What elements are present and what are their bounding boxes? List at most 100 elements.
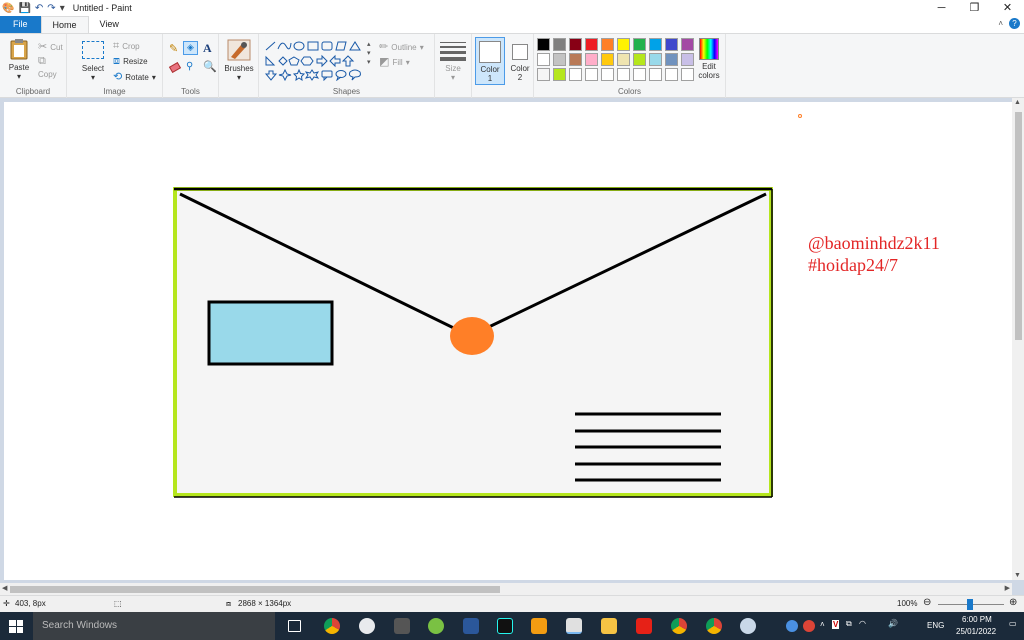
color-picker-icon[interactable]: ⚲ [186,61,193,72]
unikey-icon[interactable]: V [832,620,840,629]
chrome-icon[interactable] [324,618,340,634]
color-swatch[interactable] [665,68,678,81]
color-swatch[interactable] [633,68,646,81]
tab-home[interactable]: Home [40,16,89,33]
color-swatch[interactable] [681,68,694,81]
collapse-ribbon-icon[interactable]: ˄ [998,19,1003,28]
pencil-icon[interactable]: ✎ [169,42,178,55]
color-swatch[interactable] [617,68,630,81]
horizontal-scrollbar[interactable]: ◀ ▶ [0,583,1012,595]
color-swatch[interactable] [601,53,614,66]
color-swatch[interactable] [665,38,678,51]
shapes-gallery-scroll[interactable]: ▴ ▾ ▾ [367,40,371,67]
color-swatch[interactable] [633,38,646,51]
customize-toolbar-icon[interactable]: ▾ [60,3,65,14]
tiktok-icon[interactable] [497,618,513,634]
shapes-gallery[interactable] [264,39,370,81]
size-button[interactable]: Size ▾ [440,40,466,82]
undo-icon[interactable]: ↶ [35,3,43,14]
youtube-icon[interactable] [636,618,652,634]
taskbar-search[interactable]: Search Windows [33,612,275,640]
color-swatch[interactable] [585,68,598,81]
brushes-button[interactable]: Brushes ▾ [223,39,255,82]
color-swatch[interactable] [601,68,614,81]
color-swatch[interactable] [665,53,678,66]
language-indicator[interactable]: ENG [927,621,944,630]
zoom-slider[interactable] [938,599,1004,610]
vertical-scroll-thumb[interactable] [1015,112,1022,340]
rotate-button[interactable]: ⟲ Rotate ▾ [113,70,156,83]
zoom-out-icon[interactable]: ⊖ [923,597,931,608]
windows-start-icon[interactable] [9,620,23,633]
color-swatch[interactable] [601,38,614,51]
crop-button[interactable]: ⌗ Crop [113,40,140,53]
zoom-slider-thumb[interactable] [967,599,973,610]
scroll-right-icon[interactable]: ▶ [1005,584,1010,592]
magnifier-icon[interactable]: 🔍 [203,60,217,73]
scroll-up-icon[interactable]: ▲ [1014,99,1021,106]
maximize-button[interactable]: ❐ [958,0,991,16]
color-swatch[interactable] [681,38,694,51]
tray-chrome-icon[interactable] [803,620,815,632]
wifi-icon[interactable]: ◠ [859,619,866,628]
app-orange-icon[interactable] [531,618,547,634]
clock-time[interactable]: 6:00 PM [962,615,992,624]
paint-taskbar-icon[interactable] [566,618,582,634]
color-swatch[interactable] [633,53,646,66]
color-swatch[interactable] [649,38,662,51]
network-icon[interactable]: ⧉ [846,619,852,629]
vertical-scrollbar[interactable]: ▲ ▼ [1012,98,1024,580]
color-swatch[interactable] [537,53,550,66]
fill-icon[interactable]: ◈ [183,41,198,55]
chrome-icon-2[interactable] [671,618,687,634]
color-swatch[interactable] [617,53,630,66]
resize-button[interactable]: ⧈ Resize [113,55,148,68]
paint-app-taskbar-icon[interactable] [740,618,756,634]
color-swatch[interactable] [649,53,662,66]
color-swatch[interactable] [553,53,566,66]
tray-expand-icon[interactable]: ˄ [820,620,825,629]
text-icon[interactable]: A [203,41,212,56]
task-view-icon[interactable] [288,620,301,632]
zoom-in-icon[interactable]: ⊕ [1009,597,1017,608]
color-swatch[interactable] [537,38,550,51]
horizontal-scroll-thumb[interactable] [10,586,500,593]
eraser-icon[interactable] [168,61,182,74]
select-button[interactable]: Select ▾ [79,41,107,82]
browser-icon[interactable] [359,618,375,634]
app-green-icon[interactable] [428,618,444,634]
color-swatch[interactable] [553,68,566,81]
fill-button[interactable]: ◩ Fill ▾ [379,55,410,68]
color-swatch[interactable] [681,53,694,66]
color-swatch[interactable] [569,53,582,66]
scroll-down-icon[interactable]: ▼ [1014,572,1021,579]
color-swatch[interactable] [585,53,598,66]
color2-button[interactable]: Color 2 [507,37,533,85]
color-swatch[interactable] [553,38,566,51]
color-swatch[interactable] [569,68,582,81]
calculator-icon[interactable] [394,618,410,634]
volume-icon[interactable]: 🔊 [888,619,898,628]
outline-button[interactable]: ✏ Outline ▾ [379,40,424,53]
chrome-icon-3[interactable] [706,618,722,634]
tab-file[interactable]: File [0,16,41,33]
color-swatch[interactable] [617,38,630,51]
tab-view[interactable]: View [89,16,130,33]
file-explorer-icon[interactable] [601,618,617,634]
cut-button[interactable]: ✂ Cut [38,40,63,53]
copy-button[interactable]: ⧉ Copy [38,55,66,80]
clock-date[interactable]: 25/01/2022 [956,627,996,636]
redo-icon[interactable]: ↷ [47,3,55,14]
color-swatch[interactable] [585,38,598,51]
tray-app-icon[interactable] [786,620,798,632]
notification-icon[interactable]: ▭ [1009,619,1017,628]
scroll-left-icon[interactable]: ◀ [2,584,7,592]
color-swatch[interactable] [569,38,582,51]
color-swatch[interactable] [649,68,662,81]
drawing-canvas[interactable]: @baominhdz2k11 #hoidap24/7 [4,102,1012,580]
close-button[interactable]: ✕ [991,0,1024,16]
edit-colors-button[interactable]: Edit colors [695,38,723,80]
help-icon[interactable]: ? [1009,18,1020,29]
minimize-button[interactable]: ─ [925,0,958,16]
word-icon[interactable] [463,618,479,634]
